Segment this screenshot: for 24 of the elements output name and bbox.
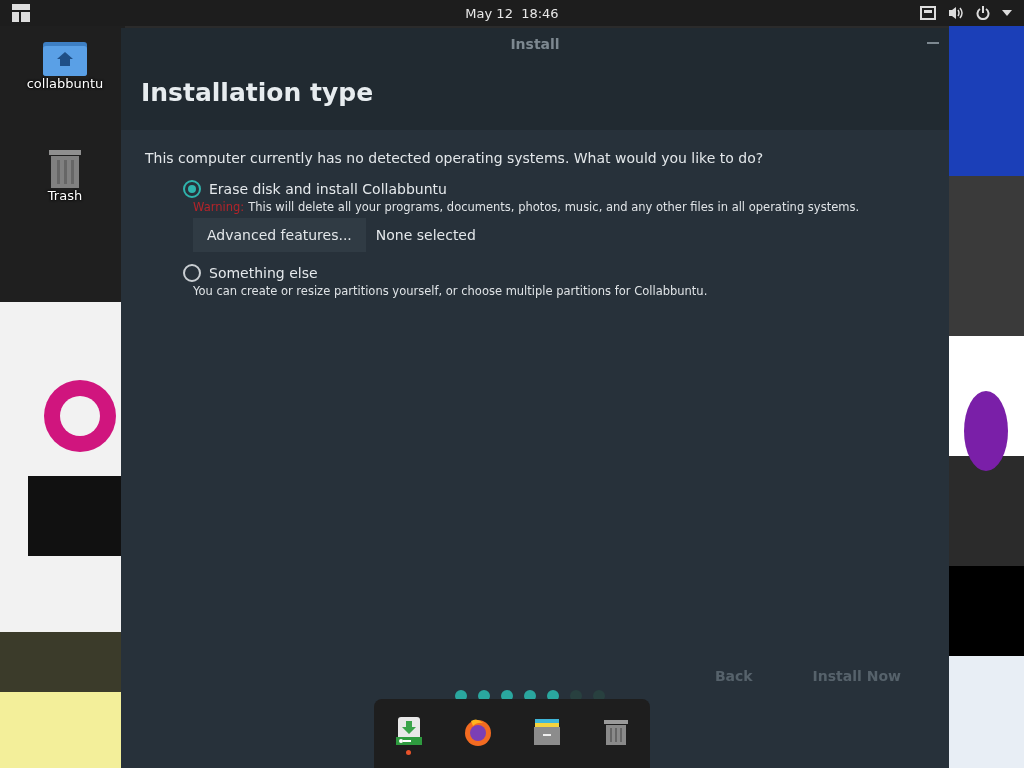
- radio-button[interactable]: [183, 264, 201, 282]
- firefox-icon[interactable]: [462, 717, 493, 747]
- desktop-icon-label[interactable]: Trash: [47, 188, 83, 203]
- window-title: Install: [510, 36, 560, 52]
- desktop-icon-label[interactable]: collabbuntu: [26, 76, 104, 91]
- installer-icon[interactable]: [393, 717, 424, 747]
- option-label[interactable]: Erase disk and install Collabbuntu: [209, 181, 447, 197]
- activities-icon[interactable]: [12, 4, 30, 22]
- file-cabinet-icon[interactable]: [531, 717, 562, 747]
- question-text: This computer currently has no detected operating systems. What would you like to do?: [145, 150, 765, 166]
- trash-icon[interactable]: [47, 148, 83, 188]
- volume-icon[interactable]: [948, 6, 964, 20]
- home-folder-icon[interactable]: [43, 42, 87, 76]
- clock[interactable]: May 12 18:46: [465, 5, 559, 21]
- advanced-features-button[interactable]: Advanced features...: [193, 218, 366, 252]
- dropdown-caret-icon[interactable]: [1002, 10, 1012, 16]
- power-icon[interactable]: [976, 6, 990, 20]
- status-text: None selected: [375, 227, 476, 243]
- network-icon[interactable]: [920, 6, 936, 20]
- page-heading: Installation type: [141, 78, 375, 107]
- option-description: You can create or resize partitions yourself, or choose multiple partitions for Collabbuntu.: [193, 284, 709, 298]
- option-label[interactable]: Something else: [209, 265, 318, 281]
- radio-button[interactable]: [183, 180, 201, 198]
- option-description: Warning: This will delete all your programs, documents, photos, music, and any other files in all operating systems.: [193, 200, 861, 214]
